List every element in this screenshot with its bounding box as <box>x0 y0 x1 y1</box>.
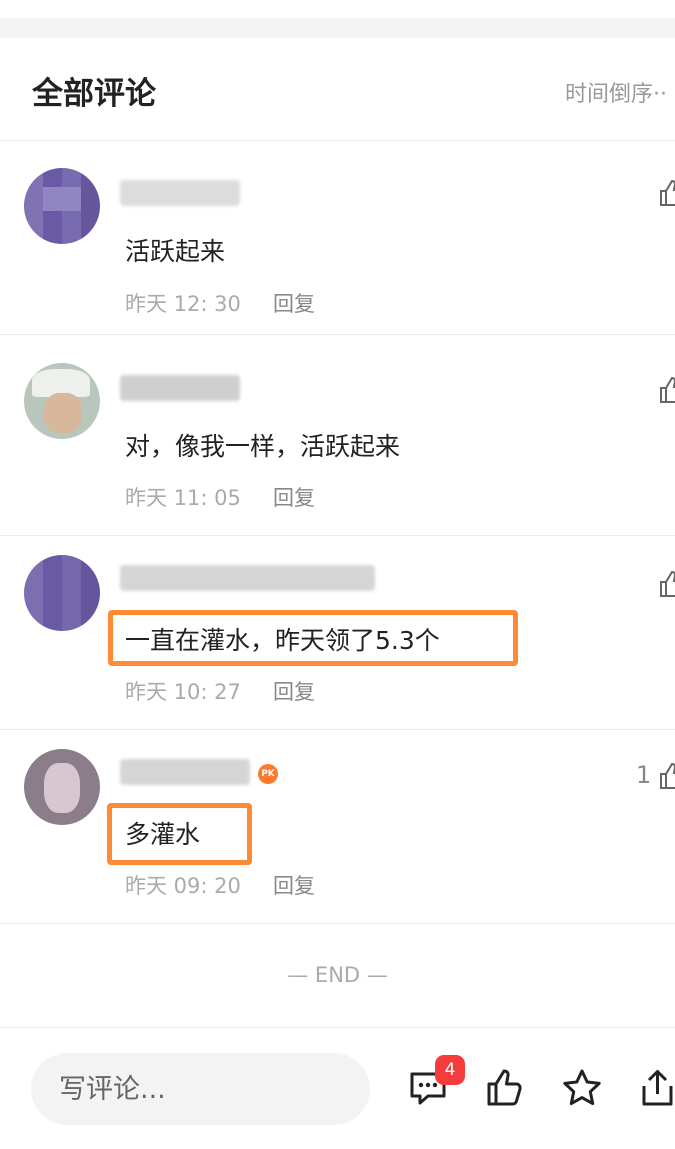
comment-time: 昨天 11: 05 <box>125 486 241 510</box>
username-blurred[interactable] <box>120 759 250 785</box>
avatar[interactable] <box>24 749 100 825</box>
top-divider-strip <box>0 0 675 38</box>
username-blurred[interactable] <box>120 375 240 401</box>
avatar[interactable] <box>24 363 100 439</box>
comment-time: 昨天 12: 30 <box>125 292 241 316</box>
comment-item: 活跃起来 昨天 12: 30 回复 <box>0 140 675 335</box>
comment-count-badge: 4 <box>435 1055 465 1085</box>
like-icon[interactable] <box>657 178 675 208</box>
reply-button[interactable]: 回复 <box>273 288 315 318</box>
reply-button[interactable]: 回复 <box>273 482 315 512</box>
comment-item: 对，像我一样，活跃起来 昨天 11: 05 回复 <box>0 341 675 536</box>
avatar[interactable] <box>24 168 100 244</box>
end-of-list-label: — END — <box>287 963 388 987</box>
comment-time: 昨天 09: 20 <box>125 874 241 898</box>
like-icon[interactable] <box>657 569 675 599</box>
pk-badge-icon: PK <box>258 764 278 784</box>
comment-text: 对，像我一样，活跃起来 <box>125 432 401 461</box>
like-icon[interactable] <box>657 375 675 405</box>
like-icon[interactable] <box>485 1068 525 1112</box>
username-blurred[interactable] <box>120 180 240 206</box>
comment-text: 一直在灌水，昨天领了5.3个 <box>125 626 440 655</box>
reply-button[interactable]: 回复 <box>273 676 315 706</box>
username-blurred[interactable] <box>120 565 375 591</box>
comment-text: 活跃起来 <box>125 237 226 266</box>
comment-input[interactable] <box>31 1053 370 1125</box>
comments-header: 全部评论 时间倒序·· <box>0 38 675 141</box>
comment-item: 1 多灌水 昨天 09: 20 回复 <box>0 729 675 924</box>
sort-order-button[interactable]: 时间倒序·· <box>565 76 667 108</box>
comment-time: 昨天 10: 27 <box>125 680 241 704</box>
star-icon[interactable] <box>561 1068 603 1112</box>
avatar[interactable] <box>24 555 100 631</box>
page-title: 全部评论 <box>32 76 156 112</box>
bottom-action-bar: 4 <box>0 1027 675 1149</box>
share-icon[interactable] <box>640 1068 675 1112</box>
comment-item: 一直在灌水，昨天领了5.3个 昨天 10: 27 回复 <box>0 535 675 730</box>
comment-text: 多灌水 <box>125 820 201 849</box>
reply-button[interactable]: 回复 <box>273 870 315 900</box>
like-count: 1 <box>636 761 652 789</box>
like-icon[interactable] <box>657 761 675 791</box>
